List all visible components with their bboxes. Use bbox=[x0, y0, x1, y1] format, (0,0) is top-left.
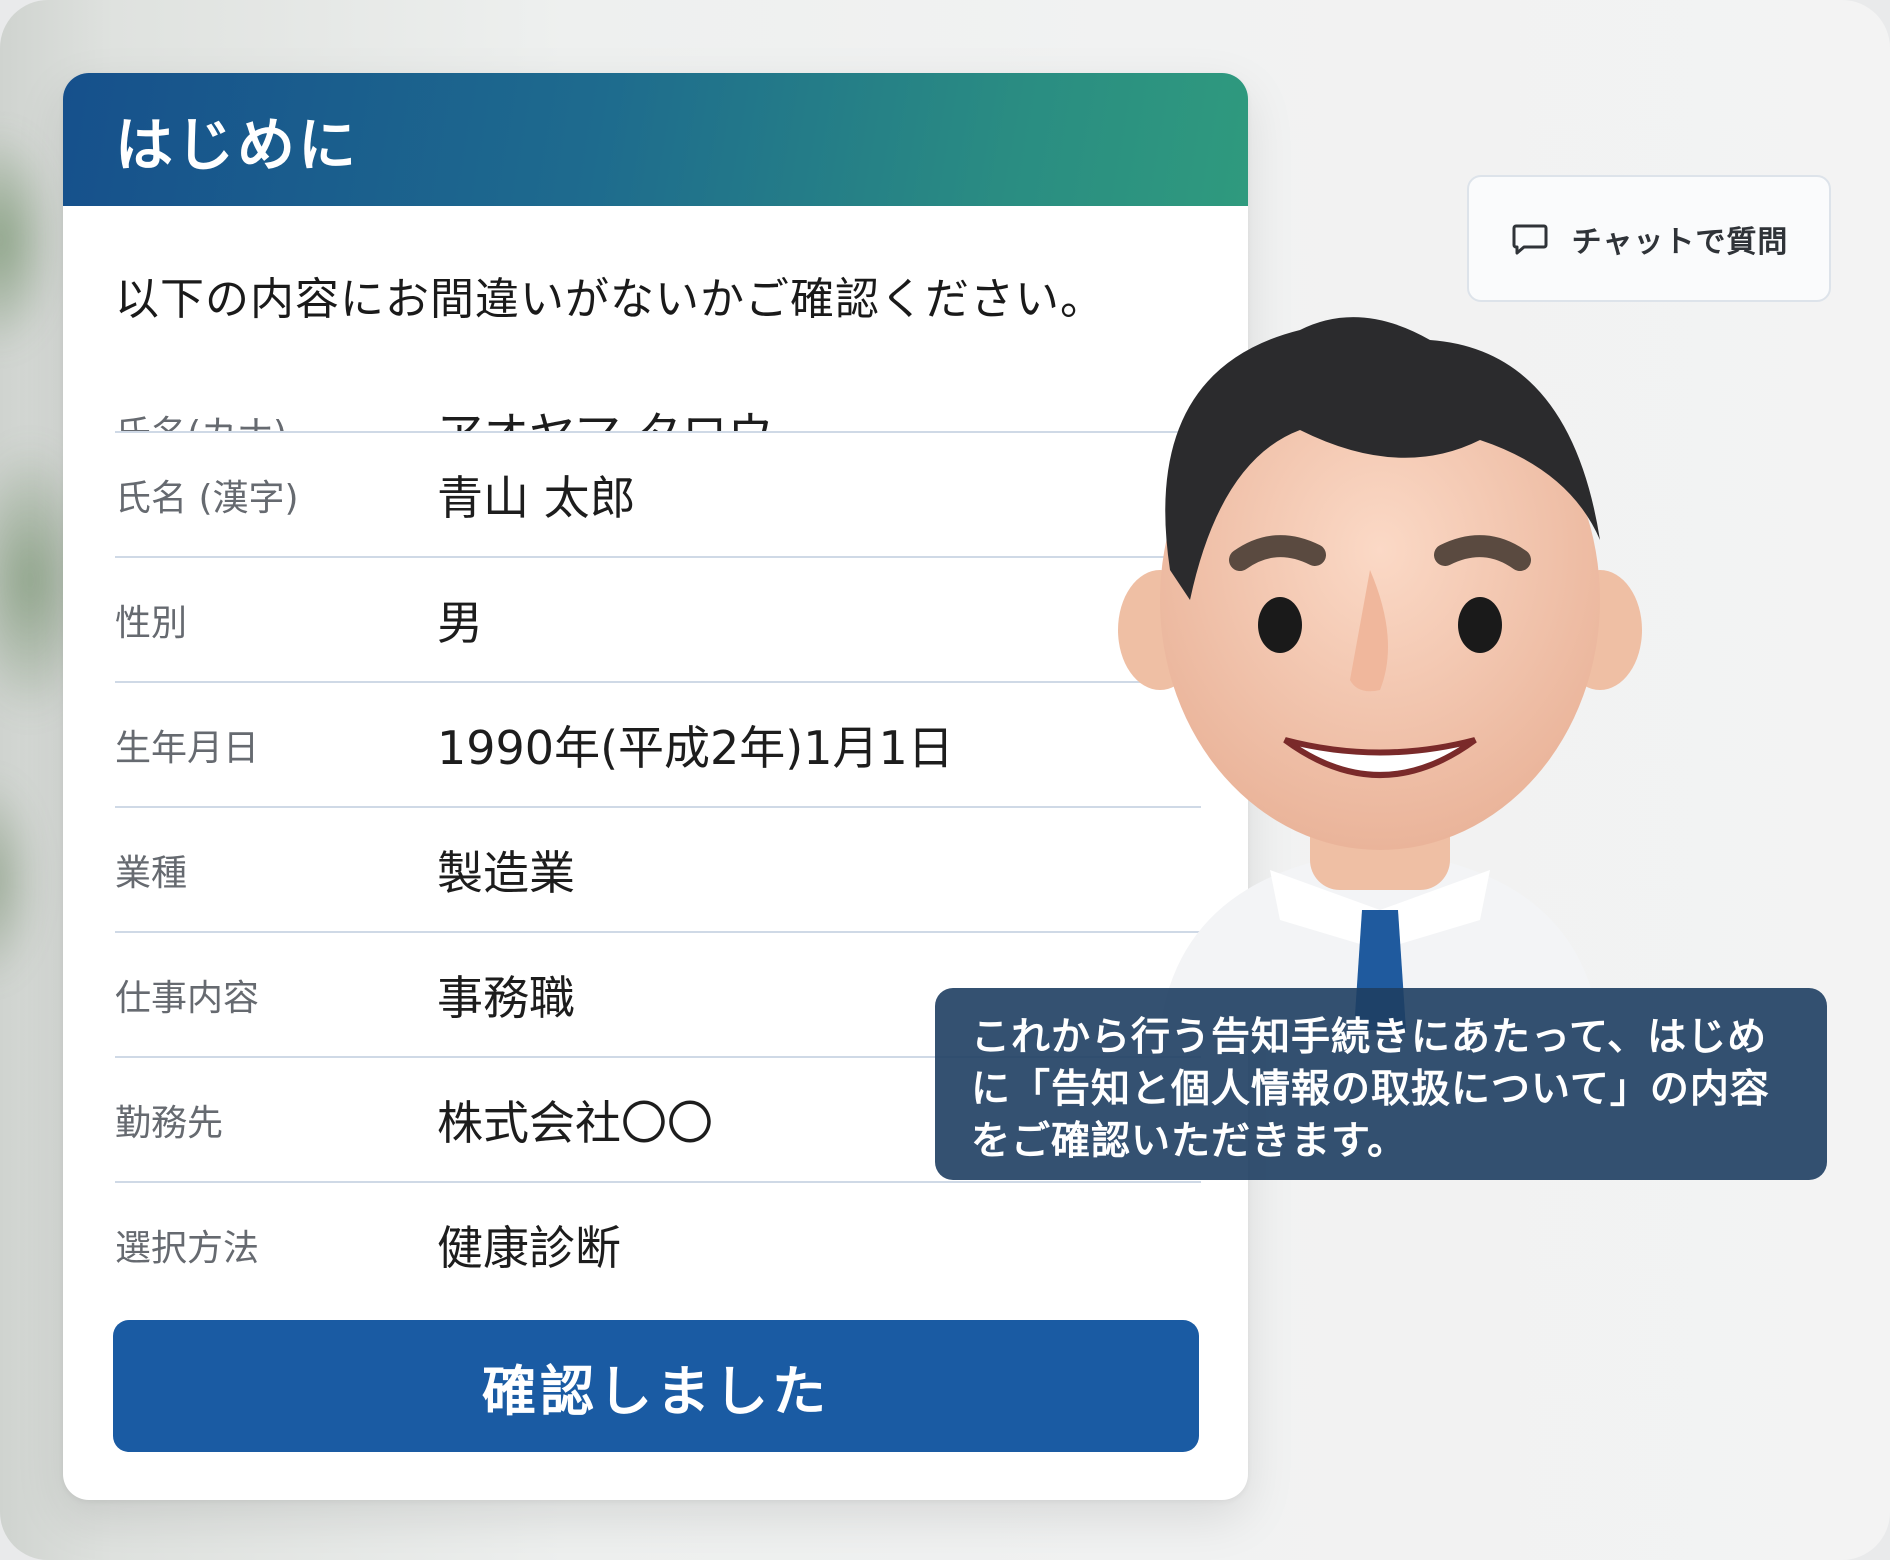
row-value: 1990年(平成2年)1月1日 bbox=[437, 720, 954, 775]
row-value: 青山 太郎 bbox=[437, 470, 636, 525]
info-row-selection-method: 選択方法 健康診断 bbox=[115, 1181, 1201, 1306]
page-title: はじめに bbox=[115, 110, 360, 179]
row-value: 製造業 bbox=[437, 845, 575, 900]
row-value: 健康診断 bbox=[437, 1220, 621, 1275]
assistant-speech-bubble: これから行う告知手続きにあたって、はじめに「告知と個人情報の取扱について」の内容… bbox=[935, 988, 1827, 1180]
row-label: 仕事内容 bbox=[115, 977, 260, 1019]
row-value: 株式会社〇〇 bbox=[437, 1095, 713, 1150]
row-label: 生年月日 bbox=[115, 727, 260, 769]
info-row-birthdate: 生年月日 1990年(平成2年)1月1日 bbox=[115, 681, 1201, 806]
confirmation-card: はじめに 以下の内容にお間違いがないかご確認ください。 氏名(カナ) アオヤマ … bbox=[63, 73, 1248, 1500]
row-label: 性別 bbox=[115, 602, 188, 644]
assistant-avatar bbox=[1118, 317, 1642, 1030]
chat-question-button[interactable]: チャットで質問 bbox=[1467, 175, 1831, 302]
chat-bubble-icon bbox=[1512, 224, 1548, 254]
row-value: 男 bbox=[437, 595, 483, 650]
info-row-industry: 業種 製造業 bbox=[115, 806, 1201, 931]
background: はじめに 以下の内容にお間違いがないかご確認ください。 氏名(カナ) アオヤマ … bbox=[0, 0, 1890, 1560]
card-header: はじめに bbox=[63, 73, 1248, 206]
row-label: 業種 bbox=[115, 852, 188, 894]
intro-text: 以下の内容にお間違いがないかご確認ください。 bbox=[115, 274, 1105, 325]
row-label: 氏名(カナ) bbox=[115, 405, 437, 431]
row-value: アオヤマ タロウ bbox=[437, 398, 774, 431]
info-row-gender: 性別 男 bbox=[115, 556, 1201, 681]
info-row-name-kanji: 氏名 (漢字) 青山 太郎 bbox=[115, 431, 1201, 556]
row-label: 選択方法 bbox=[115, 1227, 260, 1269]
confirm-button[interactable]: 確認しました bbox=[113, 1320, 1199, 1452]
row-value: 事務職 bbox=[437, 970, 575, 1025]
row-label: 氏名 (漢字) bbox=[115, 477, 299, 519]
chat-button-label: チャットで質問 bbox=[1571, 224, 1789, 260]
info-row-partial: 氏名(カナ) アオヤマ タロウ bbox=[115, 373, 1201, 431]
row-label: 勤務先 bbox=[115, 1102, 224, 1144]
